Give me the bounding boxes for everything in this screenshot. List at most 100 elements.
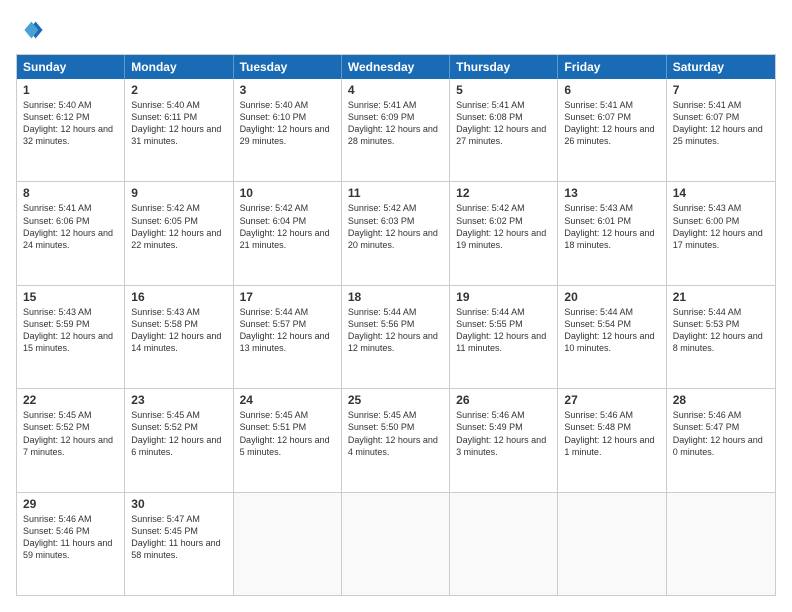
cell-info: Sunrise: 5:43 AMSunset: 6:01 PMDaylight:… [564,202,659,251]
cell-info: Sunrise: 5:44 AMSunset: 5:54 PMDaylight:… [564,306,659,355]
day-number: 2 [131,83,226,97]
day-number: 25 [348,393,443,407]
day-number: 10 [240,186,335,200]
day-number: 4 [348,83,443,97]
calendar-body: 1 Sunrise: 5:40 AMSunset: 6:12 PMDaylight… [17,79,775,595]
weekday-header-thursday: Thursday [450,55,558,79]
cell-info: Sunrise: 5:43 AMSunset: 5:59 PMDaylight:… [23,306,118,355]
day-number: 18 [348,290,443,304]
cell-info: Sunrise: 5:44 AMSunset: 5:53 PMDaylight:… [673,306,769,355]
day-cell-30: 30 Sunrise: 5:47 AMSunset: 5:45 PMDayligh… [125,493,233,595]
weekday-header-saturday: Saturday [667,55,775,79]
cell-info: Sunrise: 5:44 AMSunset: 5:56 PMDaylight:… [348,306,443,355]
weekday-header-wednesday: Wednesday [342,55,450,79]
cell-info: Sunrise: 5:41 AMSunset: 6:08 PMDaylight:… [456,99,551,148]
day-cell-29: 29 Sunrise: 5:46 AMSunset: 5:46 PMDayligh… [17,493,125,595]
weekday-header-sunday: Sunday [17,55,125,79]
day-number: 14 [673,186,769,200]
day-cell-26: 26 Sunrise: 5:46 AMSunset: 5:49 PMDayligh… [450,389,558,491]
cell-info: Sunrise: 5:46 AMSunset: 5:46 PMDaylight:… [23,513,118,562]
cell-info: Sunrise: 5:41 AMSunset: 6:07 PMDaylight:… [673,99,769,148]
empty-cell [342,493,450,595]
day-cell-4: 4 Sunrise: 5:41 AMSunset: 6:09 PMDaylight… [342,79,450,181]
day-cell-6: 6Sunrise: 5:41 AMSunset: 6:07 PMDaylight… [558,79,666,181]
calendar: SundayMondayTuesdayWednesdayThursdayFrid… [16,54,776,596]
cell-info: Sunrise: 5:45 AMSunset: 5:51 PMDaylight:… [240,409,335,458]
weekday-header-monday: Monday [125,55,233,79]
day-number: 3 [240,83,335,97]
page: SundayMondayTuesdayWednesdayThursdayFrid… [0,0,792,612]
weekday-header-tuesday: Tuesday [234,55,342,79]
cell-info: Sunrise: 5:43 AMSunset: 6:00 PMDaylight:… [673,202,769,251]
day-number: 28 [673,393,769,407]
logo-icon [16,16,44,44]
day-cell-13: 13 Sunrise: 5:43 AMSunset: 6:01 PMDayligh… [558,182,666,284]
day-cell-25: 25 Sunrise: 5:45 AMSunset: 5:50 PMDayligh… [342,389,450,491]
day-cell-17: 17 Sunrise: 5:44 AMSunset: 5:57 PMDayligh… [234,286,342,388]
empty-cell [450,493,558,595]
day-number: 17 [240,290,335,304]
cell-info: Sunrise: 5:45 AMSunset: 5:50 PMDaylight:… [348,409,443,458]
day-cell-21: 21 Sunrise: 5:44 AMSunset: 5:53 PMDayligh… [667,286,775,388]
day-cell-27: 27 Sunrise: 5:46 AMSunset: 5:48 PMDayligh… [558,389,666,491]
day-cell-2: 2 Sunrise: 5:40 AMSunset: 6:11 PMDaylight… [125,79,233,181]
day-number: 15 [23,290,118,304]
day-number: 13 [564,186,659,200]
logo [16,16,48,44]
cell-info: Sunrise: 5:42 AMSunset: 6:03 PMDaylight:… [348,202,443,251]
day-cell-15: 15 Sunrise: 5:43 AMSunset: 5:59 PMDayligh… [17,286,125,388]
cell-info: Sunrise: 5:41 AMSunset: 6:09 PMDaylight:… [348,99,443,148]
empty-cell [558,493,666,595]
day-number: 22 [23,393,118,407]
day-cell-28: 28 Sunrise: 5:46 AMSunset: 5:47 PMDayligh… [667,389,775,491]
calendar-row-5: 29 Sunrise: 5:46 AMSunset: 5:46 PMDayligh… [17,492,775,595]
day-number: 26 [456,393,551,407]
cell-info: Sunrise: 5:46 AMSunset: 5:47 PMDaylight:… [673,409,769,458]
day-cell-23: 23 Sunrise: 5:45 AMSunset: 5:52 PMDayligh… [125,389,233,491]
day-number: 1 [23,83,118,97]
cell-info: Sunrise: 5:45 AMSunset: 5:52 PMDaylight:… [23,409,118,458]
day-number: 30 [131,497,226,511]
day-cell-22: 22 Sunrise: 5:45 AMSunset: 5:52 PMDayligh… [17,389,125,491]
cell-info: Sunrise: 5:40 AMSunset: 6:10 PMDaylight:… [240,99,335,148]
day-number: 27 [564,393,659,407]
cell-info: Sunrise: 5:40 AMSunset: 6:12 PMDaylight:… [23,99,118,148]
day-number: 20 [564,290,659,304]
day-number: 29 [23,497,118,511]
cell-info: Sunrise: 5:42 AMSunset: 6:04 PMDaylight:… [240,202,335,251]
weekday-header-friday: Friday [558,55,666,79]
cell-info: Sunrise: 5:46 AMSunset: 5:49 PMDaylight:… [456,409,551,458]
day-number: 24 [240,393,335,407]
day-cell-8: 8Sunrise: 5:41 AMSunset: 6:06 PMDaylight… [17,182,125,284]
header [16,16,776,44]
day-cell-19: 19Sunrise: 5:44 AMSunset: 5:55 PMDayligh… [450,286,558,388]
cell-info: Sunrise: 5:44 AMSunset: 5:55 PMDaylight:… [456,306,551,355]
cell-info: Sunrise: 5:46 AMSunset: 5:48 PMDaylight:… [564,409,659,458]
cell-info: Sunrise: 5:45 AMSunset: 5:52 PMDaylight:… [131,409,226,458]
day-number: 23 [131,393,226,407]
cell-info: Sunrise: 5:47 AMSunset: 5:45 PMDaylight:… [131,513,226,562]
cell-info: Sunrise: 5:40 AMSunset: 6:11 PMDaylight:… [131,99,226,148]
day-cell-11: 11 Sunrise: 5:42 AMSunset: 6:03 PMDayligh… [342,182,450,284]
day-cell-12: 12 Sunrise: 5:42 AMSunset: 6:02 PMDayligh… [450,182,558,284]
cell-info: Sunrise: 5:44 AMSunset: 5:57 PMDaylight:… [240,306,335,355]
day-number: 8 [23,186,118,200]
calendar-row-3: 15 Sunrise: 5:43 AMSunset: 5:59 PMDayligh… [17,285,775,388]
calendar-row-1: 1 Sunrise: 5:40 AMSunset: 6:12 PMDaylight… [17,79,775,181]
day-number: 5 [456,83,551,97]
day-cell-7: 7 Sunrise: 5:41 AMSunset: 6:07 PMDaylight… [667,79,775,181]
day-number: 12 [456,186,551,200]
empty-cell [667,493,775,595]
calendar-header: SundayMondayTuesdayWednesdayThursdayFrid… [17,55,775,79]
day-cell-5: 5 Sunrise: 5:41 AMSunset: 6:08 PMDaylight… [450,79,558,181]
day-cell-20: 20 Sunrise: 5:44 AMSunset: 5:54 PMDayligh… [558,286,666,388]
day-cell-16: 16Sunrise: 5:43 AMSunset: 5:58 PMDayligh… [125,286,233,388]
day-cell-10: 10 Sunrise: 5:42 AMSunset: 6:04 PMDayligh… [234,182,342,284]
cell-info: Sunrise: 5:42 AMSunset: 6:05 PMDaylight:… [131,202,226,251]
day-cell-24: 24 Sunrise: 5:45 AMSunset: 5:51 PMDayligh… [234,389,342,491]
day-number: 11 [348,186,443,200]
day-number: 9 [131,186,226,200]
day-number: 7 [673,83,769,97]
cell-info: Sunrise: 5:42 AMSunset: 6:02 PMDaylight:… [456,202,551,251]
day-number: 21 [673,290,769,304]
